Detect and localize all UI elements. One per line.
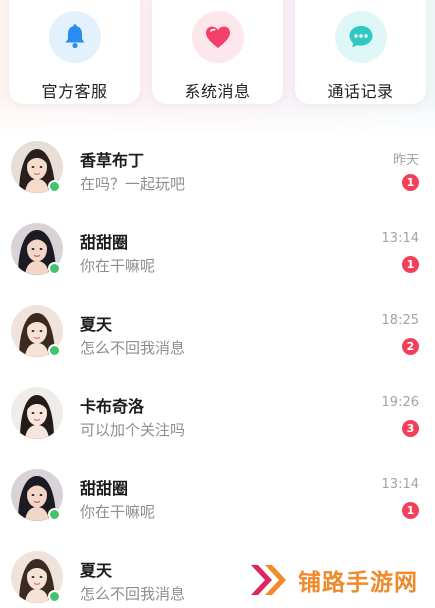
chat-list-item[interactable]: 香草布丁 在吗？一起玩吧 昨天 1 [0,128,435,210]
chat-list-item[interactable]: 夏天 怎么不回我消息 18:25 2 [0,292,435,374]
chat-time: 昨天 [392,153,419,168]
online-status-dot [48,508,61,521]
chat-list-item[interactable]: 甜甜圈 你在干嘛呢 13:14 1 [0,210,435,292]
online-status-dot [48,180,61,193]
double-chevron-logo-icon [251,565,286,595]
chat-name: 卡布奇洛 [80,397,145,416]
chat-list-item[interactable]: 甜甜圈 你在干嘛呢 13:14 1 [0,456,435,538]
bell-icon [48,11,101,63]
chat-name: 夏天 [80,561,113,580]
chat-name: 香草布丁 [80,151,145,170]
chat-list-item[interactable]: 卡布奇洛 可以加个关注吗 19:26 3 [0,374,435,456]
chat-list: 香草布丁 在吗？一起玩吧 昨天 1 甜甜圈 你在干嘛呢 13:14 1 夏天 怎… [0,128,435,608]
quick-action-label: 系统消息 [184,82,251,101]
watermark: 铺路手游网 [248,557,418,603]
online-status-dot [48,262,61,275]
chat-time: 13:14 [381,477,419,492]
messages-page: 官方客服 系统消息 通话记录 香草布丁 在吗？一起玩吧 昨天 1 甜甜圈 你在干… [0,0,435,608]
chat-preview: 你在干嘛呢 [80,503,156,521]
chat-time: 18:25 [381,313,419,328]
watermark-text: 铺路手游网 [298,570,418,596]
quick-action-call-history[interactable]: 通话记录 [295,0,426,104]
chat-name: 甜甜圈 [80,479,129,498]
heart-icon [191,11,244,63]
chat-time: 19:26 [381,395,419,410]
unread-badge: 1 [402,256,419,273]
chat-preview: 你在干嘛呢 [80,257,156,275]
quick-action-label: 通话记录 [327,82,394,101]
chat-name: 甜甜圈 [80,233,129,252]
online-status-dot [48,344,61,357]
unread-badge: 1 [402,174,419,191]
quick-action-customer-service[interactable]: 官方客服 [9,0,140,104]
quick-action-system-messages[interactable]: 系统消息 [152,0,283,104]
unread-badge: 3 [402,420,419,437]
chat-preview: 怎么不回我消息 [80,585,186,603]
unread-badge: 2 [402,338,419,355]
online-status-dot [48,590,61,603]
unread-badge: 1 [402,502,419,519]
quick-action-label: 官方客服 [41,82,108,101]
chat-preview: 怎么不回我消息 [80,339,186,357]
chat-name: 夏天 [80,315,113,334]
quick-actions: 官方客服 系统消息 通话记录 [9,0,426,118]
chat-bubble-icon [334,11,387,63]
avatar[interactable] [11,387,63,439]
chat-preview: 可以加个关注吗 [80,421,186,439]
chat-preview: 在吗？一起玩吧 [80,175,186,193]
chat-time: 13:14 [381,231,419,246]
